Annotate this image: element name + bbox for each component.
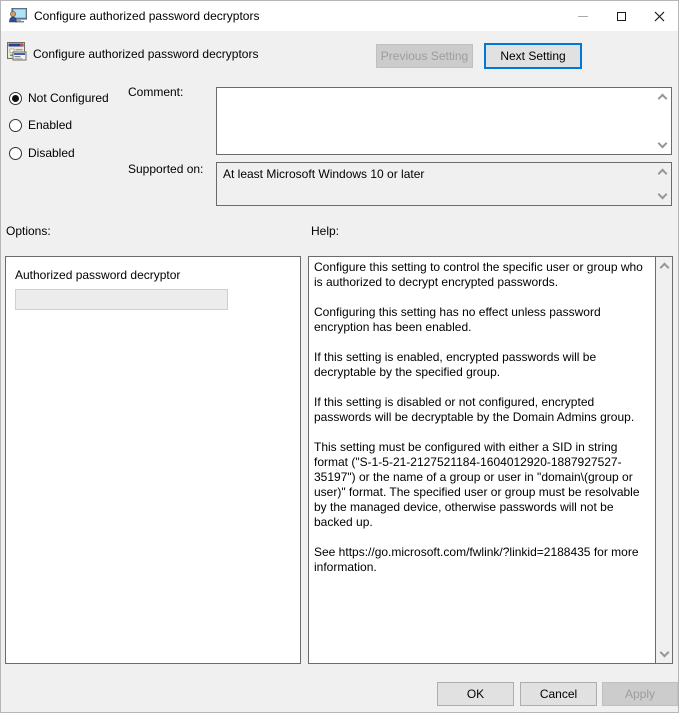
help-paragraph: Configure this setting to control the sp… xyxy=(314,260,650,290)
scroll-down-icon[interactable] xyxy=(658,139,668,149)
scroll-up-icon[interactable] xyxy=(658,169,668,179)
help-paragraph: If this setting is enabled, encrypted pa… xyxy=(314,350,650,380)
close-icon xyxy=(654,11,665,22)
options-heading: Options: xyxy=(6,224,51,238)
decryptor-label: Authorized password decryptor xyxy=(15,268,180,282)
cancel-button[interactable]: Cancel xyxy=(520,682,597,706)
title-bar: Configure authorized password decryptors xyxy=(1,1,678,31)
radio-not-configured[interactable]: Not Configured xyxy=(9,91,109,105)
maximize-button[interactable] xyxy=(602,1,640,31)
radio-enabled-label: Enabled xyxy=(28,118,72,132)
radio-disabled[interactable]: Disabled xyxy=(9,146,75,160)
radio-enabled-circle[interactable] xyxy=(9,119,22,132)
supported-on-label: Supported on: xyxy=(128,162,203,176)
previous-setting-button[interactable]: Previous Setting xyxy=(376,44,473,68)
policy-setting-dialog: Configure authorized password decryptors… xyxy=(0,0,679,713)
ok-button[interactable]: OK xyxy=(437,682,514,706)
scroll-up-icon[interactable] xyxy=(658,94,668,104)
help-heading: Help: xyxy=(311,224,339,238)
scroll-down-icon[interactable] xyxy=(658,190,668,200)
help-text: Configure this setting to control the sp… xyxy=(309,257,655,663)
policy-setting-icon xyxy=(7,42,27,61)
supported-on-scrollbar[interactable] xyxy=(654,163,671,205)
comment-value xyxy=(217,88,654,154)
supported-on-box: At least Microsoft Windows 10 or later xyxy=(216,162,672,206)
radio-disabled-label: Disabled xyxy=(28,146,75,160)
radio-not-configured-circle[interactable] xyxy=(9,92,22,105)
help-paragraph: Configuring this setting has no effect u… xyxy=(314,305,650,335)
help-paragraph: If this setting is disabled or not confi… xyxy=(314,395,650,425)
caption-buttons xyxy=(564,1,678,31)
scroll-up-icon[interactable] xyxy=(660,263,670,273)
help-paragraph: See https://go.microsoft.com/fwlink/?lin… xyxy=(314,545,650,575)
help-scrollbar[interactable] xyxy=(655,257,672,663)
apply-button[interactable]: Apply xyxy=(602,682,678,706)
radio-enabled[interactable]: Enabled xyxy=(9,118,72,132)
comment-scrollbar[interactable] xyxy=(654,88,671,154)
options-panel: Authorized password decryptor xyxy=(5,256,301,664)
radio-not-configured-label: Not Configured xyxy=(28,91,109,105)
maximize-icon xyxy=(617,12,626,21)
minimize-icon xyxy=(578,16,588,17)
decryptor-input[interactable] xyxy=(15,289,228,310)
radio-disabled-circle[interactable] xyxy=(9,147,22,160)
help-panel: Configure this setting to control the sp… xyxy=(308,256,673,664)
close-button[interactable] xyxy=(640,1,678,31)
window-title: Configure authorized password decryptors xyxy=(34,9,259,23)
scroll-down-icon[interactable] xyxy=(660,648,670,658)
app-icon xyxy=(9,8,27,24)
setting-title: Configure authorized password decryptors xyxy=(33,47,258,61)
help-paragraph: This setting must be configured with eit… xyxy=(314,440,650,530)
comment-textarea[interactable] xyxy=(216,87,672,155)
supported-on-value: At least Microsoft Windows 10 or later xyxy=(217,163,654,205)
next-setting-button[interactable]: Next Setting xyxy=(484,43,582,69)
comment-label: Comment: xyxy=(128,85,183,99)
minimize-button[interactable] xyxy=(564,1,602,31)
